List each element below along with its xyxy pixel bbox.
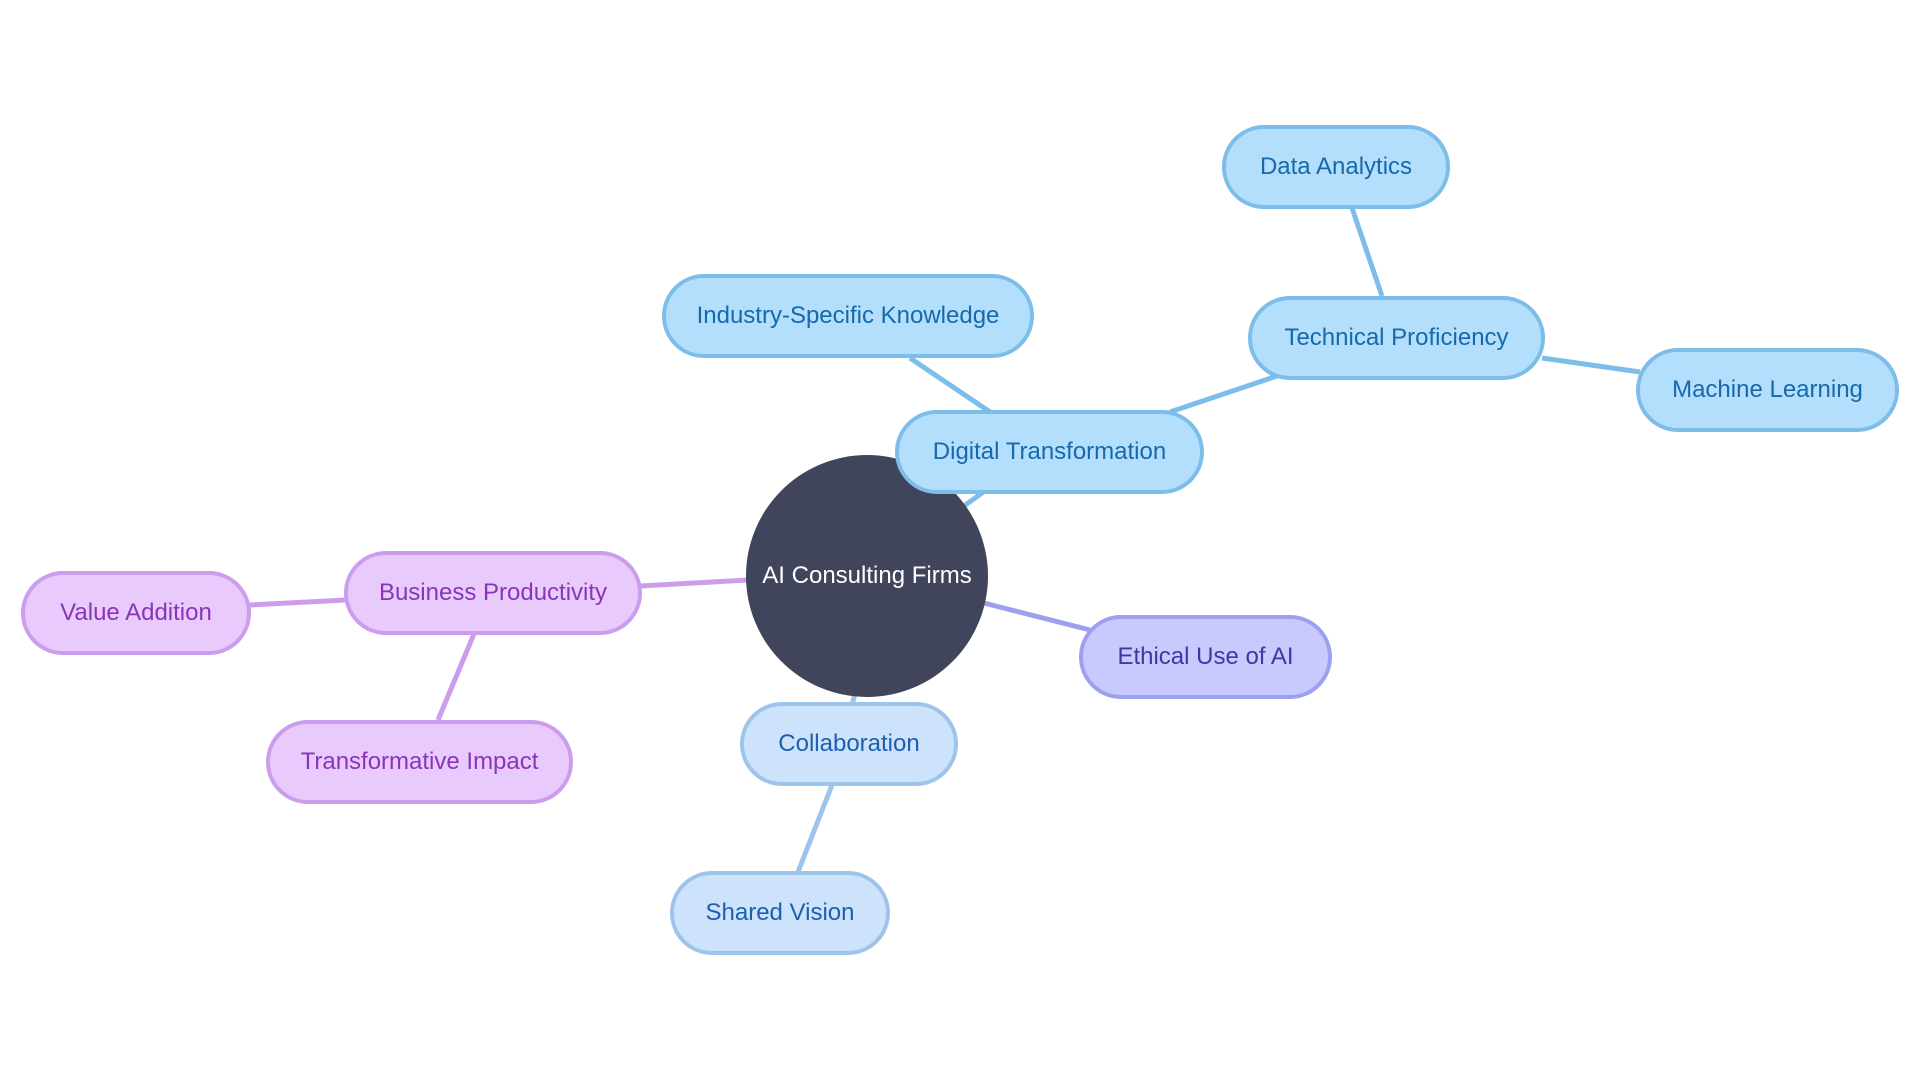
node-collaboration[interactable]: Collaboration [740, 702, 958, 786]
edge-technical-ml [1541, 355, 1641, 375]
edge-root-ethical [979, 599, 1091, 633]
edge-business-value [249, 597, 347, 608]
node-business-productivity[interactable]: Business Productivity [344, 551, 642, 635]
edge-digital-industry [908, 355, 992, 415]
node-label: Technical Proficiency [1284, 324, 1509, 351]
edge-collab-shared [795, 784, 835, 873]
node-label: Data Analytics [1259, 153, 1413, 180]
node-transformative-impact[interactable]: Transformative Impact [266, 720, 573, 804]
edge-digital-technical [1169, 372, 1281, 415]
node-label: Ethical Use of AI [1117, 643, 1294, 670]
node-label: Machine Learning [1672, 376, 1863, 403]
node-data-analytics[interactable]: Data Analytics [1222, 125, 1450, 209]
node-label: Shared Vision [705, 899, 855, 926]
node-label: Industry-Specific Knowledge [696, 302, 1000, 329]
node-machine-learning[interactable]: Machine Learning [1636, 348, 1899, 432]
node-label: Transformative Impact [300, 748, 539, 775]
edge-root-business [639, 577, 749, 589]
edge-business-transform [435, 633, 477, 721]
node-shared-vision[interactable]: Shared Vision [670, 871, 890, 955]
edge-technical-data [1349, 207, 1385, 297]
node-label: Value Addition [60, 599, 212, 626]
node-ethical-use-of-ai[interactable]: Ethical Use of AI [1079, 615, 1332, 699]
node-technical-proficiency[interactable]: Technical Proficiency [1248, 296, 1545, 380]
node-label: Collaboration [778, 730, 920, 757]
node-digital-transformation[interactable]: Digital Transformation [895, 410, 1204, 494]
node-label: Digital Transformation [932, 438, 1167, 465]
node-label: Business Productivity [378, 579, 608, 606]
node-value-addition[interactable]: Value Addition [21, 571, 251, 655]
node-industry-specific-knowledge[interactable]: Industry-Specific Knowledge [662, 274, 1034, 358]
root-node-label: AI Consulting Firms [762, 562, 972, 589]
